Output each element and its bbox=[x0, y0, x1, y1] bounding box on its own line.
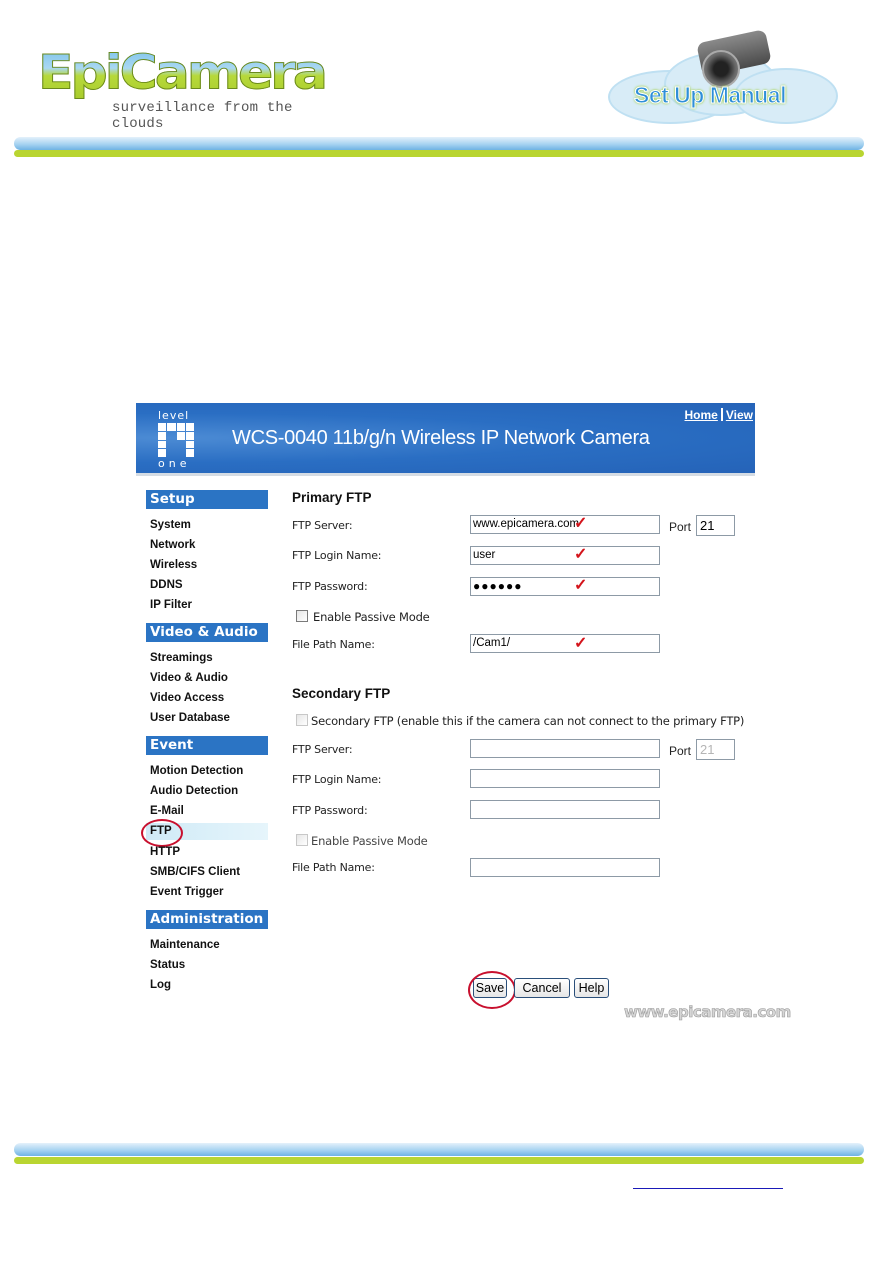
primary-path-label: File Path Name: bbox=[292, 638, 375, 651]
secondary-path-input[interactable] bbox=[470, 858, 660, 877]
home-link[interactable]: Home bbox=[685, 408, 718, 422]
secondary-enable-label: Secondary FTP (enable this if the camera… bbox=[311, 714, 745, 728]
footer-divider-blue bbox=[14, 1143, 864, 1156]
view-link[interactable]: View bbox=[726, 408, 753, 422]
logo-grid-icon bbox=[158, 423, 194, 457]
cancel-button[interactable]: Cancel bbox=[514, 978, 570, 998]
sidebar-section-video-audio: Video & Audio bbox=[146, 623, 268, 642]
secondary-passive-checkbox[interactable] bbox=[296, 834, 308, 846]
sidebar-item-video-access[interactable]: Video Access bbox=[150, 690, 224, 706]
sidebar-item-email[interactable]: E-Mail bbox=[150, 803, 184, 819]
secondary-ftp-title: Secondary FTP bbox=[292, 686, 391, 701]
sidebar-item-ddns[interactable]: DDNS bbox=[150, 577, 183, 593]
camera-header: level one WCS-0040 11b/g/n Wireless IP N… bbox=[136, 403, 755, 473]
sidebar-section-setup: Setup bbox=[146, 490, 268, 509]
sidebar-item-event-trigger[interactable]: Event Trigger bbox=[150, 884, 224, 900]
secondary-password-input[interactable] bbox=[470, 800, 660, 819]
logo-text-level: level bbox=[158, 409, 190, 422]
sidebar-item-log[interactable]: Log bbox=[150, 977, 171, 993]
primary-ftp-title: Primary FTP bbox=[292, 490, 372, 505]
brand-tagline: surveillance from the clouds bbox=[112, 100, 293, 132]
setup-manual-badge: Set Up Manual bbox=[604, 29, 838, 125]
secondary-port-input[interactable]: 21 bbox=[696, 739, 735, 760]
secondary-passive-label: Enable Passive Mode bbox=[311, 834, 428, 848]
primary-login-input[interactable]: user bbox=[470, 546, 660, 565]
sidebar-section-administration: Administration bbox=[146, 910, 268, 929]
save-highlight-circle bbox=[468, 971, 516, 1009]
top-links: Home View bbox=[685, 408, 753, 422]
primary-password-input[interactable]: ●●●●●● bbox=[470, 577, 660, 596]
link-separator bbox=[720, 408, 723, 421]
epicamera-logo: EpiCamera surveillance from the clouds bbox=[37, 46, 328, 132]
sidebar-item-wireless[interactable]: Wireless bbox=[150, 557, 197, 573]
primary-port-label: Port bbox=[669, 520, 692, 534]
levelone-logo: level one bbox=[158, 409, 198, 470]
secondary-port-label: Port bbox=[669, 744, 692, 758]
ftp-highlight-circle bbox=[141, 819, 183, 847]
header-strip bbox=[136, 473, 755, 476]
footer-link-underline[interactable] bbox=[633, 1188, 783, 1189]
primary-passive-label: Enable Passive Mode bbox=[313, 610, 430, 624]
primary-path-input[interactable]: /Cam1/ bbox=[470, 634, 660, 653]
camera-settings-screenshot: level one WCS-0040 11b/g/n Wireless IP N… bbox=[136, 403, 792, 1021]
check-mark-icon: ✓ bbox=[574, 546, 588, 563]
footer-divider-green bbox=[14, 1157, 864, 1164]
sidebar-item-network[interactable]: Network bbox=[150, 537, 195, 553]
check-mark-icon: ✓ bbox=[574, 515, 588, 532]
sidebar-item-streamings[interactable]: Streamings bbox=[150, 650, 213, 666]
badge-label: Set Up Manual bbox=[634, 82, 787, 109]
sidebar-item-status[interactable]: Status bbox=[150, 957, 185, 973]
secondary-login-label: FTP Login Name: bbox=[292, 773, 382, 786]
secondary-path-label: File Path Name: bbox=[292, 861, 375, 874]
sidebar-item-ip-filter[interactable]: IP Filter bbox=[150, 597, 192, 613]
primary-login-label: FTP Login Name: bbox=[292, 549, 382, 562]
sidebar-item-maintenance[interactable]: Maintenance bbox=[150, 937, 220, 953]
sidebar-item-system[interactable]: System bbox=[150, 517, 191, 533]
watermark-text: www.epicamera.com bbox=[624, 1003, 792, 1022]
sidebar-item-audio-detection[interactable]: Audio Detection bbox=[150, 783, 238, 799]
primary-port-input[interactable]: 21 bbox=[696, 515, 735, 536]
sidebar-item-motion-detection[interactable]: Motion Detection bbox=[150, 763, 243, 779]
secondary-server-label: FTP Server: bbox=[292, 743, 353, 756]
header-divider-green bbox=[14, 150, 864, 157]
header-divider-blue bbox=[14, 137, 864, 150]
logo-text-one: one bbox=[158, 457, 191, 470]
sidebar-item-smb-cifs[interactable]: SMB/CIFS Client bbox=[150, 864, 240, 880]
check-mark-icon: ✓ bbox=[574, 635, 588, 652]
secondary-enable-checkbox[interactable] bbox=[296, 714, 308, 726]
sidebar-item-video-audio[interactable]: Video & Audio bbox=[150, 670, 228, 686]
camera-title: WCS-0040 11b/g/n Wireless IP Network Cam… bbox=[232, 427, 650, 449]
secondary-login-input[interactable] bbox=[470, 769, 660, 788]
secondary-password-label: FTP Password: bbox=[292, 804, 368, 817]
primary-password-label: FTP Password: bbox=[292, 580, 368, 593]
primary-server-input[interactable]: www.epicamera.com bbox=[470, 515, 660, 534]
secondary-server-input[interactable] bbox=[470, 739, 660, 758]
sidebar-section-event: Event bbox=[146, 736, 268, 755]
sidebar-item-http[interactable]: HTTP bbox=[150, 844, 180, 860]
help-button[interactable]: Help bbox=[574, 978, 609, 998]
primary-server-label: FTP Server: bbox=[292, 519, 353, 532]
check-mark-icon: ✓ bbox=[574, 577, 588, 594]
brand-name: EpiCamera bbox=[37, 46, 328, 101]
primary-passive-checkbox[interactable] bbox=[296, 610, 308, 622]
sidebar-item-user-database[interactable]: User Database bbox=[150, 710, 230, 726]
